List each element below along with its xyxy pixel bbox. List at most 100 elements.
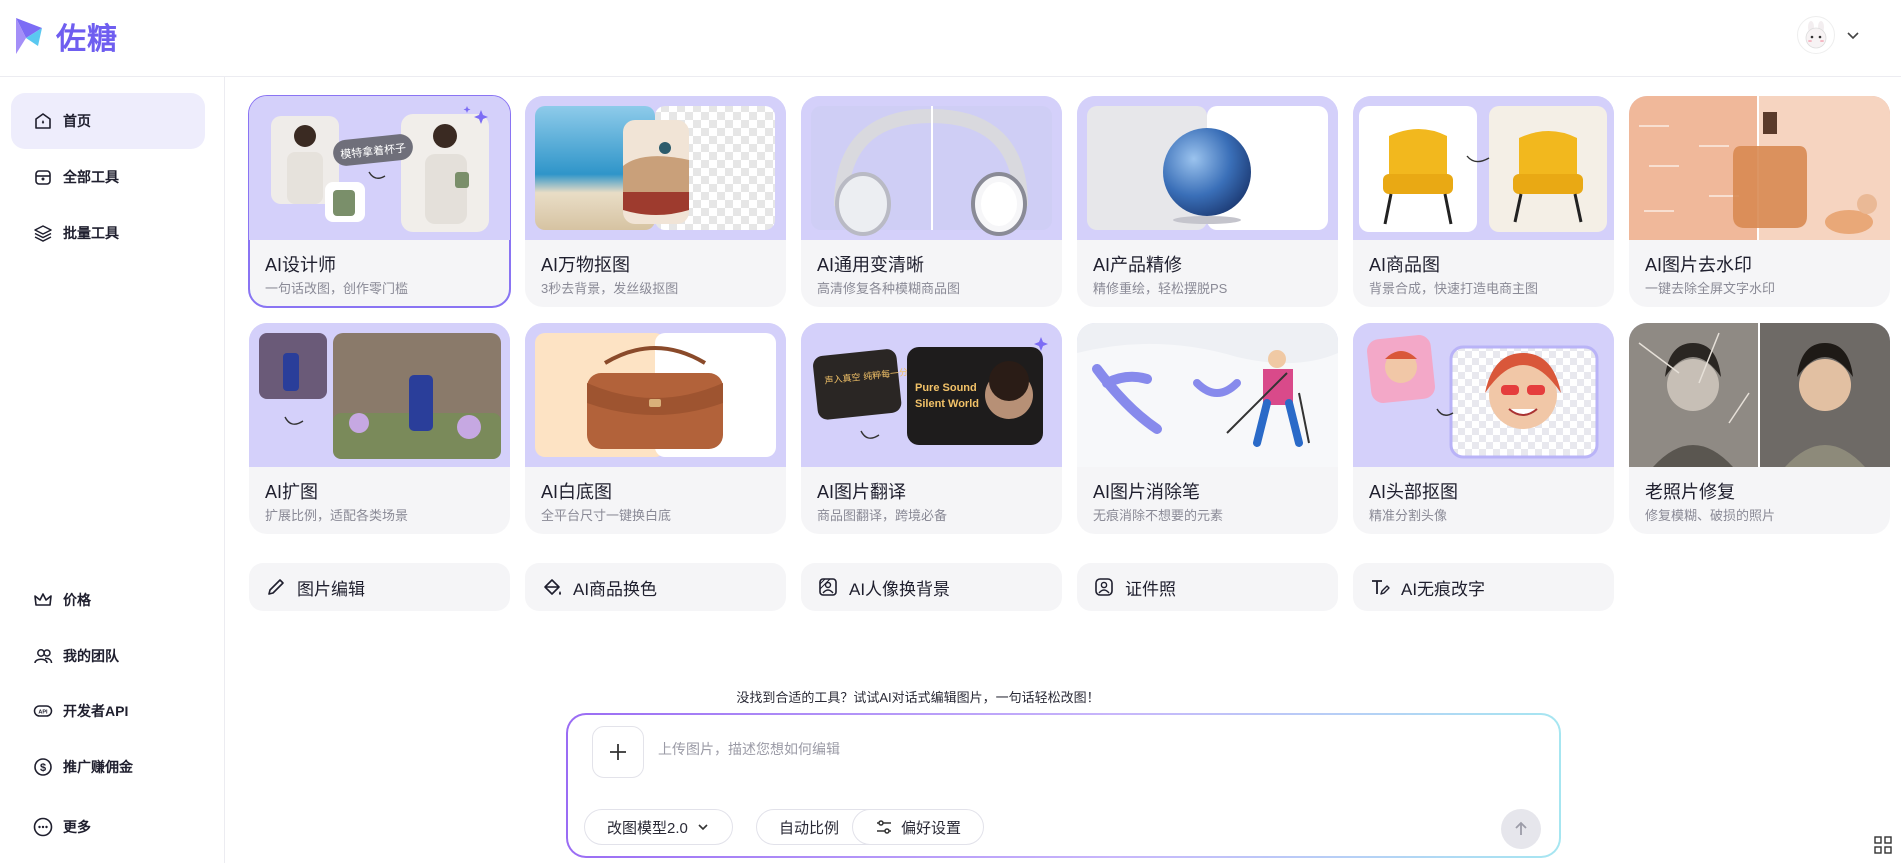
card-thumbnail	[1353, 96, 1614, 240]
head-cutout-preview-image	[1353, 323, 1614, 467]
sidebar-item-pricing[interactable]: 价格	[11, 572, 205, 628]
svg-text:Pure Sound: Pure Sound	[915, 382, 977, 394]
more-icon	[33, 817, 53, 837]
card-desc: 扩展比例，适配各类场景	[265, 508, 409, 523]
sidebar-item-home[interactable]: 首页	[11, 93, 205, 149]
brand-name: 佐糖	[56, 23, 118, 56]
grid-scan-icon[interactable]	[1873, 835, 1893, 855]
card-desc: 精准分割头像	[1369, 508, 1448, 523]
card-desc: 一键去除全屏文字水印	[1645, 281, 1776, 296]
enhance-preview-image	[801, 96, 1062, 240]
prompt-hint-text: 没找到合适的工具？试试AI对话式编辑图片，一句话轻松改图！	[736, 690, 1100, 705]
watermark-preview-image	[1629, 96, 1890, 240]
send-button[interactable]	[1501, 809, 1541, 849]
card-ai-head-cutout[interactable]: AI头部抠图 精准分割头像	[1353, 323, 1614, 534]
model-select-label: 改图模型2.0	[607, 819, 688, 837]
tool-label: AI人像换背景	[849, 579, 951, 599]
card-thumbnail: 声入真空 纯粹每一分贝 Pure Sound Silent World	[801, 323, 1062, 467]
sidebar-item-batch-tools[interactable]: 批量工具	[11, 205, 205, 261]
tool-text-edit[interactable]: AI无痕改字	[1353, 563, 1614, 611]
brand-logo[interactable]: 佐糖	[12, 14, 118, 58]
pencil-icon	[268, 579, 284, 595]
paint-bucket-icon	[544, 579, 561, 595]
card-desc: 高清修复各种模糊商品图	[817, 281, 961, 296]
bunny-avatar-icon	[1805, 21, 1827, 49]
card-ai-enhance[interactable]: AI通用变清晰 高清修复各种模糊商品图	[801, 96, 1062, 307]
prompt-input[interactable]: 上传图片，描述您想如何编辑	[658, 739, 840, 759]
card-ai-product-retouch[interactable]: AI产品精修 精修重绘，轻松摆脱PS	[1077, 96, 1338, 307]
sidebar-item-label: 全部工具	[63, 169, 119, 185]
card-title: AI万物抠图	[541, 255, 631, 275]
card-title: AI设计师	[265, 255, 337, 275]
prompt-inner: 上传图片，描述您想如何编辑 改图模型2.0 自动比例 偏好设置	[568, 715, 1559, 856]
card-desc: 一句话改图，创作零门槛	[265, 281, 409, 296]
logo-icon	[16, 18, 42, 54]
sidebar-item-more[interactable]: 更多	[11, 799, 205, 855]
layers-icon	[34, 225, 52, 242]
preference-settings-button[interactable]: 偏好设置	[852, 809, 985, 845]
sidebar: 首页 全部工具 批量工具 价格 我的团队 API 开发者API $ 推广赚佣金 …	[0, 77, 225, 863]
tool-label: 证件照	[1125, 579, 1176, 599]
tool-image-edit[interactable]: 图片编辑	[249, 563, 510, 611]
top-header: 佐糖	[0, 0, 1901, 77]
tool-recolor[interactable]: AI商品换色	[525, 563, 786, 611]
card-ai-watermark-removal[interactable]: AI图片去水印 一键去除全屏文字水印	[1629, 96, 1890, 307]
toolbox-icon	[35, 170, 51, 185]
card-title: AI图片翻译	[817, 482, 907, 502]
sidebar-item-all-tools[interactable]: 全部工具	[11, 149, 205, 205]
card-title: AI通用变清晰	[817, 255, 925, 275]
avatar[interactable]	[1797, 16, 1835, 54]
card-ai-white-background[interactable]: AI白底图 全平台尺寸一键换白底	[525, 323, 786, 534]
chevron-down-icon[interactable]	[1845, 27, 1861, 43]
card-ai-designer[interactable]: 模特拿着杯子 AI设计师 一句话改图，创作零门槛	[248, 95, 511, 308]
card-desc: 全平台尺寸一键换白底	[541, 508, 672, 523]
sidebar-item-label: 价格	[63, 592, 91, 608]
tool-id-photo[interactable]: 证件照	[1077, 563, 1338, 611]
eraser-preview-image	[1077, 323, 1338, 467]
old-photo-preview-image	[1629, 323, 1890, 467]
plus-icon	[610, 744, 626, 760]
prompt-box: 上传图片，描述您想如何编辑 改图模型2.0 自动比例 偏好设置	[566, 713, 1561, 858]
product-image-preview	[1353, 96, 1614, 240]
translate-preview-image: 声入真空 纯粹每一分贝 Pure Sound Silent World	[801, 323, 1062, 467]
chevron-down-icon	[698, 824, 708, 831]
card-old-photo-restore[interactable]: 老照片修复 修复模糊、破损的照片	[1629, 323, 1890, 534]
card-title: AI头部抠图	[1369, 482, 1459, 502]
model-select[interactable]: 改图模型2.0	[584, 809, 733, 845]
card-ai-image-translate[interactable]: 声入真空 纯粹每一分贝 Pure Sound Silent World AI图片…	[801, 323, 1062, 534]
account-menu[interactable]	[1797, 16, 1861, 54]
upload-image-button[interactable]	[592, 726, 644, 778]
cutout-preview-image	[525, 96, 786, 240]
card-thumbnail	[1353, 323, 1614, 467]
sidebar-item-team[interactable]: 我的团队	[11, 628, 205, 684]
sidebar-item-label: 批量工具	[63, 225, 119, 241]
sidebar-item-affiliate[interactable]: $ 推广赚佣金	[11, 739, 205, 795]
prompt-hint: 没找到合适的工具？试试AI对话式编辑图片，一句话轻松改图！	[0, 687, 1901, 706]
tool-portrait-background[interactable]: AI人像换背景	[801, 563, 1062, 611]
card-desc: 背景合成，快速打造电商主图	[1369, 281, 1539, 296]
ratio-select-label: 自动比例	[779, 819, 840, 837]
card-desc: 3秒去背景，发丝级抠图	[541, 281, 679, 296]
card-title: AI白底图	[541, 482, 613, 502]
sidebar-item-label: 首页	[63, 113, 91, 129]
card-desc: 商品图翻译，跨境必备	[817, 508, 948, 523]
card-ai-eraser[interactable]: AI图片消除笔 无痕消除不想要的元素	[1077, 323, 1338, 534]
card-ai-expand[interactable]: AI扩图 扩展比例，适配各类场景	[249, 323, 510, 534]
crown-icon	[34, 593, 52, 606]
expand-preview-image	[249, 323, 510, 467]
card-desc: 修复模糊、破损的照片	[1645, 508, 1776, 523]
sidebar-item-label: 推广赚佣金	[63, 759, 133, 775]
card-thumbnail	[525, 96, 786, 240]
card-ai-cutout[interactable]: AI万物抠图 3秒去背景，发丝级抠图	[525, 96, 786, 307]
team-icon	[34, 649, 53, 664]
tool-label: 图片编辑	[297, 579, 365, 599]
card-ai-product-image[interactable]: AI商品图 背景合成，快速打造电商主图	[1353, 96, 1614, 307]
card-thumbnail	[1629, 96, 1890, 240]
retouch-preview-image	[1077, 96, 1338, 240]
id-photo-icon	[1095, 578, 1113, 596]
card-desc: 无痕消除不想要的元素	[1093, 508, 1224, 523]
card-thumbnail	[1077, 96, 1338, 240]
designer-preview-image: 模特拿着杯子	[249, 96, 510, 240]
sidebar-item-label: 我的团队	[63, 648, 119, 664]
card-title: AI产品精修	[1093, 255, 1183, 275]
